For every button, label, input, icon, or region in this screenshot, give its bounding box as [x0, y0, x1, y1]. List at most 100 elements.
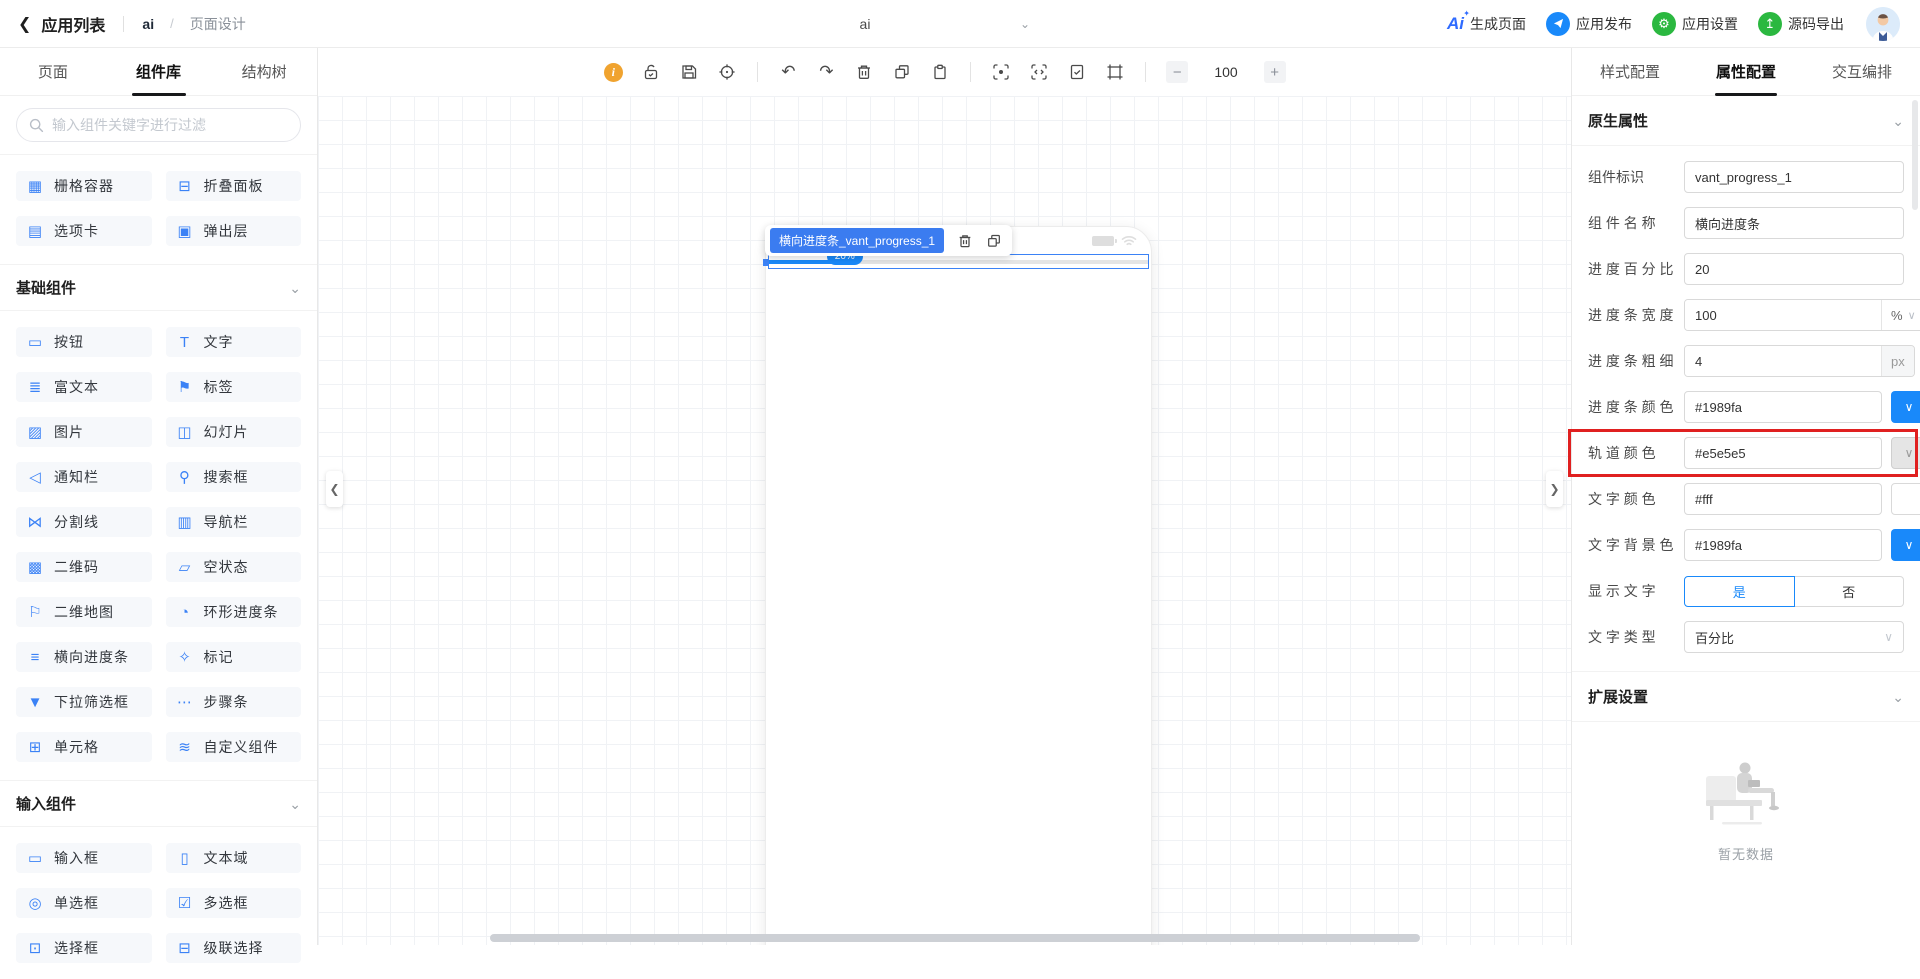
component-item-单选框[interactable]: ◎单选框: [16, 888, 152, 918]
text-type-select[interactable]: 百分比 ∨: [1684, 621, 1904, 653]
preview-scan-icon[interactable]: [991, 62, 1011, 82]
right-tab-属性配置[interactable]: 属性配置: [1688, 48, 1804, 95]
section-native-properties[interactable]: 原生属性 ⌄: [1572, 96, 1920, 146]
group-header-输入组件[interactable]: 输入组件⌄: [0, 780, 317, 827]
frame-icon[interactable]: [1105, 62, 1125, 82]
component-item-折叠面板[interactable]: ⊟折叠面板: [166, 171, 302, 201]
back-icon[interactable]: ❮: [18, 14, 31, 34]
app-publish-button[interactable]: 应用发布: [1546, 12, 1632, 36]
component-item-标签[interactable]: ⚑标签: [166, 372, 302, 402]
component-item-自定义组件[interactable]: ≋自定义组件: [166, 732, 302, 762]
right-tab-交互编排[interactable]: 交互编排: [1804, 48, 1920, 95]
component-icon: ≡: [26, 650, 44, 665]
component-item-横向进度条[interactable]: ≡横向进度条: [16, 642, 152, 672]
delete-icon[interactable]: [854, 62, 874, 82]
bar-width-unit[interactable]: %∨: [1881, 300, 1920, 330]
track-color-swatch[interactable]: ∨: [1891, 437, 1920, 469]
component-item-选择框[interactable]: ⊡选择框: [16, 933, 152, 963]
selected-component-label[interactable]: 横向进度条_vant_progress_1: [770, 228, 944, 253]
page-select[interactable]: ai ⌄: [700, 0, 1030, 48]
zoom-out-button[interactable]: −: [1166, 61, 1188, 83]
component-item-文本域[interactable]: ▯文本域: [166, 843, 302, 873]
field-label: 文 字 类 型: [1588, 627, 1684, 647]
back-label[interactable]: 应用列表: [41, 12, 105, 36]
component-item-富文本[interactable]: ≣富文本: [16, 372, 152, 402]
collapse-right-panel-handle[interactable]: ❯: [1546, 471, 1563, 507]
component-item-多选框[interactable]: ☑多选框: [166, 888, 302, 918]
component-item-下拉筛选框[interactable]: ▼下拉筛选框: [16, 687, 152, 717]
delete-component-icon[interactable]: [956, 232, 973, 249]
right-tab-样式配置[interactable]: 样式配置: [1572, 48, 1688, 95]
selection-handle[interactable]: [763, 259, 768, 266]
horizontal-scrollbar[interactable]: [490, 934, 1420, 942]
component-item-通知栏[interactable]: ◁通知栏: [16, 462, 152, 492]
target-icon[interactable]: [717, 62, 737, 82]
collapse-left-panel-handle[interactable]: ❮: [326, 471, 343, 507]
code-scan-icon[interactable]: [1029, 62, 1049, 82]
component-item-导航栏[interactable]: ▥导航栏: [166, 507, 302, 537]
component-item-二维码[interactable]: ▩二维码: [16, 552, 152, 582]
unlock-icon[interactable]: [641, 62, 661, 82]
group-header-基础组件[interactable]: 基础组件⌄: [0, 264, 317, 311]
comp-name-input[interactable]: [1684, 207, 1904, 239]
canvas-grid[interactable]: 20% 横向进度条_vant_progress_1 ❮ ❯: [318, 96, 1571, 945]
copy-component-icon[interactable]: [985, 232, 1002, 249]
component-item-图片[interactable]: ▨图片: [16, 417, 152, 447]
show-text-option-否[interactable]: 否: [1795, 576, 1905, 607]
left-tab-组件库[interactable]: 组件库: [106, 48, 212, 95]
avatar[interactable]: [1866, 7, 1900, 41]
bar-thickness-input[interactable]: [1685, 346, 1881, 376]
save-icon[interactable]: [679, 62, 699, 82]
component-item-搜索框[interactable]: ⚲搜索框: [166, 462, 302, 492]
component-item-步骤条[interactable]: ⋯步骤条: [166, 687, 302, 717]
text-bg-color-input[interactable]: [1684, 529, 1882, 561]
component-item-标记[interactable]: ✧标记: [166, 642, 302, 672]
component-icon: ◎: [26, 896, 44, 911]
source-export-button[interactable]: ↥源码导出: [1758, 12, 1844, 36]
text-color-input[interactable]: [1684, 483, 1882, 515]
text-color-swatch[interactable]: [1891, 483, 1920, 515]
component-search[interactable]: [16, 108, 301, 142]
undo-icon[interactable]: ↶: [778, 62, 798, 82]
bar-color-input[interactable]: [1684, 391, 1882, 423]
component-item-级联选择[interactable]: ⊟级联选择: [166, 933, 302, 963]
component-item-幻灯片[interactable]: ◫幻灯片: [166, 417, 302, 447]
zoom-in-button[interactable]: +: [1264, 61, 1286, 83]
search-input[interactable]: [52, 117, 288, 133]
redo-icon[interactable]: ↷: [816, 62, 836, 82]
breadcrumb-app[interactable]: ai: [142, 16, 154, 32]
bar-width-input[interactable]: [1685, 300, 1881, 330]
component-item-按钮[interactable]: ▭按钮: [16, 327, 152, 357]
component-item-选项卡[interactable]: ▤选项卡: [16, 216, 152, 246]
paste-icon[interactable]: [930, 62, 950, 82]
show-text-option-是[interactable]: 是: [1684, 576, 1795, 607]
component-icon: ⊟: [176, 941, 194, 956]
left-tab-页面[interactable]: 页面: [0, 48, 106, 95]
progress-bar-component[interactable]: 20%: [768, 254, 1149, 269]
info-icon[interactable]: i: [603, 62, 623, 82]
component-item-弹出层[interactable]: ▣弹出层: [166, 216, 302, 246]
section-extend-settings[interactable]: 扩展设置 ⌄: [1572, 671, 1920, 722]
component-item-环形进度条[interactable]: ◔环形进度条: [166, 597, 302, 627]
ai-logo-icon: Ai✦: [1447, 14, 1464, 34]
text-bg-color-swatch[interactable]: ∨: [1891, 529, 1920, 561]
left-tab-结构树[interactable]: 结构树: [211, 48, 317, 95]
comp-id-input[interactable]: [1684, 161, 1904, 193]
topbar-left: ❮ 应用列表 ai / 页面设计: [0, 12, 246, 36]
track-color-input[interactable]: [1684, 437, 1882, 469]
component-icon: ✧: [176, 650, 194, 665]
vertical-scrollbar[interactable]: [1912, 100, 1918, 210]
percent-input[interactable]: [1684, 253, 1904, 285]
bar-color-swatch[interactable]: ∨: [1891, 391, 1920, 423]
component-item-空状态[interactable]: ▱空状态: [166, 552, 302, 582]
component-item-栅格容器[interactable]: ▦栅格容器: [16, 171, 152, 201]
component-item-文字[interactable]: T文字: [166, 327, 302, 357]
component-item-二维地图[interactable]: ⚐二维地图: [16, 597, 152, 627]
component-item-分割线[interactable]: ⋈分割线: [16, 507, 152, 537]
app-settings-button[interactable]: ⚙应用设置: [1652, 12, 1738, 36]
component-item-单元格[interactable]: ⊞单元格: [16, 732, 152, 762]
component-item-输入框[interactable]: ▭输入框: [16, 843, 152, 873]
doc-check-icon[interactable]: [1067, 62, 1087, 82]
copy-icon[interactable]: [892, 62, 912, 82]
ai-generate-button[interactable]: Ai✦生成页面: [1447, 14, 1526, 34]
